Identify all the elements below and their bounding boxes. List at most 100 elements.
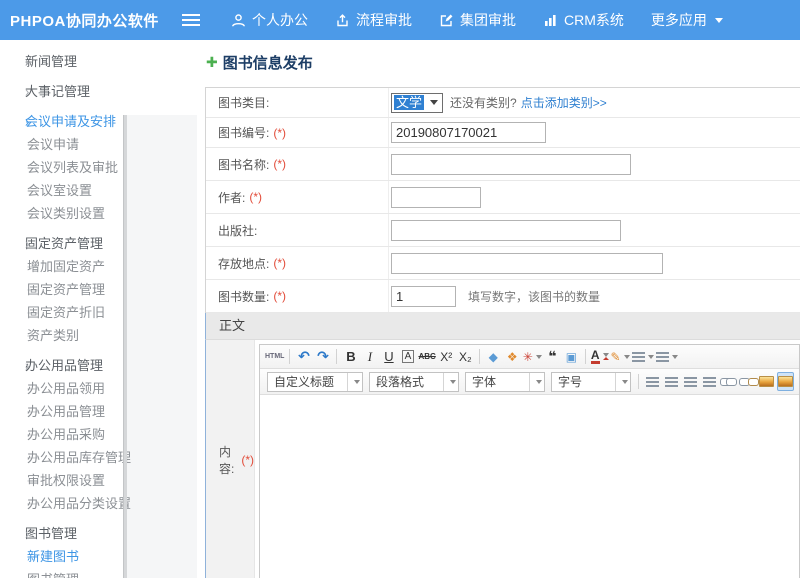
sidebar-item[interactable]: ›办公用品管理 — [0, 354, 197, 377]
menu-toggle-icon[interactable] — [182, 14, 200, 26]
main-content: ✚ 图书信息发布 图书类目: 文学 还没有类别? 点击添加类别>> 图书编号:(… — [197, 40, 800, 578]
storage-location-input[interactable] — [391, 253, 663, 274]
bold-icon[interactable]: B — [342, 347, 359, 366]
redo-icon[interactable]: ↷ — [314, 347, 331, 366]
add-category-link[interactable]: 点击添加类别>> — [521, 94, 607, 111]
image-manager-icon[interactable] — [777, 372, 794, 391]
paragraph-format-select[interactable]: 段落格式 — [369, 372, 459, 392]
sidebar-item[interactable]: 一办公用品采购 — [0, 423, 197, 446]
custom-title-select[interactable]: 自定义标题 — [267, 372, 363, 392]
book-name-input[interactable] — [391, 154, 631, 175]
sidebar-item[interactable]: 一办公用品分类设置 — [0, 492, 197, 515]
sidebar-item[interactable]: 一固定资产折旧 — [0, 301, 197, 324]
sidebar-item[interactable]: ›大事记管理 — [0, 80, 197, 103]
sidebar-item[interactable]: 一资产类别 — [0, 324, 197, 347]
font-family-select[interactable]: 字体 — [465, 372, 545, 392]
insert-image-icon[interactable] — [758, 372, 775, 391]
unordered-list-icon[interactable] — [656, 347, 678, 366]
italic-icon[interactable]: I — [361, 347, 378, 366]
font-color-icon[interactable]: A — [591, 347, 609, 366]
sidebar-item[interactable]: 一会议类别设置 — [0, 202, 197, 225]
sidebar-item[interactable]: 一新建图书 — [0, 545, 197, 568]
topnav-item[interactable]: 流程审批 — [335, 10, 412, 30]
sidebar-item[interactable]: ›图书管理 — [0, 522, 197, 545]
chevron-right-icon: › — [0, 48, 25, 74]
toolbar-separator — [289, 349, 290, 364]
link-icon[interactable] — [720, 372, 737, 391]
top-nav: 个人办公 流程审批 集团审批 CRM系统 更多应用 — [204, 10, 723, 30]
form-row-publisher: 出版社: — [206, 214, 800, 247]
sidebar-item[interactable]: ›固定资产管理 — [0, 232, 197, 255]
field-label: 图书类目: — [218, 94, 269, 111]
chevron-right-icon: › — [0, 520, 25, 546]
dash-icon: 一 — [0, 326, 27, 349]
sidebar-item[interactable]: 一图书管理 — [0, 568, 197, 578]
dropdown-caret-icon — [529, 373, 544, 391]
topnav-label: 集团审批 — [460, 10, 516, 30]
format-painter-icon[interactable]: ❖ — [504, 347, 521, 366]
superscript-icon[interactable]: X² — [438, 347, 455, 366]
sidebar-item[interactable]: 一会议申请 — [0, 133, 197, 156]
add-icon: ✚ — [206, 55, 218, 69]
underline-icon[interactable]: U — [380, 347, 397, 366]
align-left-icon[interactable] — [644, 372, 661, 391]
editor-content[interactable] — [260, 395, 799, 578]
sidebar-item-label: 会议申请及安排 — [25, 114, 116, 129]
sidebar-item[interactable]: 一办公用品库存管理 — [0, 446, 197, 469]
dash-icon: 一 — [0, 135, 27, 158]
blockquote-icon[interactable]: ❝ — [544, 347, 561, 366]
dash-icon: 一 — [0, 471, 27, 494]
text-border-icon[interactable]: A — [399, 347, 416, 366]
align-right-icon[interactable] — [682, 372, 699, 391]
sidebar-item[interactable]: ›会议申请及安排 — [0, 110, 197, 133]
topnav-item[interactable]: 集团审批 — [439, 10, 516, 30]
sidebar-item[interactable]: 一会议列表及审批 — [0, 156, 197, 179]
page-title-bar: ✚ 图书信息发布 — [206, 52, 800, 72]
dash-icon: 一 — [0, 402, 27, 425]
unlink-icon[interactable] — [739, 372, 756, 391]
eraser-icon[interactable]: ◆ — [485, 347, 502, 366]
topnav-item[interactable]: 更多应用 — [651, 10, 723, 30]
sidebar-item[interactable]: 一办公用品领用 — [0, 377, 197, 400]
sidebar-item[interactable]: ›新闻管理 — [0, 50, 197, 73]
sidebar-item-label: 大事记管理 — [25, 84, 90, 99]
sidebar-item[interactable]: 一固定资产管理 — [0, 278, 197, 301]
dash-icon: 一 — [0, 448, 27, 471]
font-size-select[interactable]: 字号 — [551, 372, 631, 392]
category-select[interactable]: 文学 — [391, 93, 443, 113]
topnav-item[interactable]: 个人办公 — [231, 10, 308, 30]
required-mark: (*) — [241, 453, 254, 467]
sidebar-item[interactable]: 一办公用品管理 — [0, 400, 197, 423]
quantity-input[interactable] — [391, 286, 456, 307]
topnav-label: 个人办公 — [252, 10, 308, 30]
book-number-input[interactable] — [391, 122, 546, 143]
topnav-label: 更多应用 — [651, 10, 707, 30]
sidebar-item[interactable]: 一增加固定资产 — [0, 255, 197, 278]
subscript-icon[interactable]: X₂ — [457, 347, 474, 366]
highlight-color-icon[interactable]: ✎ — [611, 347, 630, 366]
sidebar-item[interactable]: 一会议室设置 — [0, 179, 197, 202]
strikethrough-icon[interactable]: ABC — [418, 347, 435, 366]
rich-text-editor: HTML↶↷BIUAABCX²X₂◆❖✳❝▣A✎ 自定义标题段落格式字体字号 — [259, 344, 800, 578]
sidebar-menu: ›新闻管理›大事记管理›会议申请及安排一会议申请一会议列表及审批一会议室设置一会… — [0, 40, 197, 578]
form-row-book-number: 图书编号:(*) — [206, 118, 800, 148]
align-justify-icon[interactable] — [701, 372, 718, 391]
align-center-icon[interactable] — [663, 372, 680, 391]
html-source-icon[interactable]: HTML — [265, 347, 284, 366]
ordered-list-icon[interactable] — [632, 347, 654, 366]
sidebar-item-label: 增加固定资产 — [27, 259, 105, 274]
sidebar-scrollbar[interactable] — [123, 115, 127, 578]
undo-icon[interactable]: ↶ — [295, 347, 312, 366]
field-label: 图书编号: — [218, 124, 269, 141]
publisher-input[interactable] — [391, 220, 621, 241]
paste-filter-icon[interactable]: ▣ — [563, 347, 580, 366]
field-label: 存放地点: — [218, 255, 269, 272]
required-mark: (*) — [273, 157, 286, 171]
author-input[interactable] — [391, 187, 481, 208]
sidebar-item-label: 会议室设置 — [27, 183, 92, 198]
sidebar-item[interactable]: 一审批权限设置 — [0, 469, 197, 492]
sidebar-item-label: 新建图书 — [27, 549, 79, 564]
book-form: 图书类目: 文学 还没有类别? 点击添加类别>> 图书编号:(*) 图书名称:(… — [205, 87, 800, 578]
topnav-item[interactable]: CRM系统 — [543, 10, 624, 30]
auto-typeset-icon[interactable]: ✳ — [523, 347, 542, 366]
